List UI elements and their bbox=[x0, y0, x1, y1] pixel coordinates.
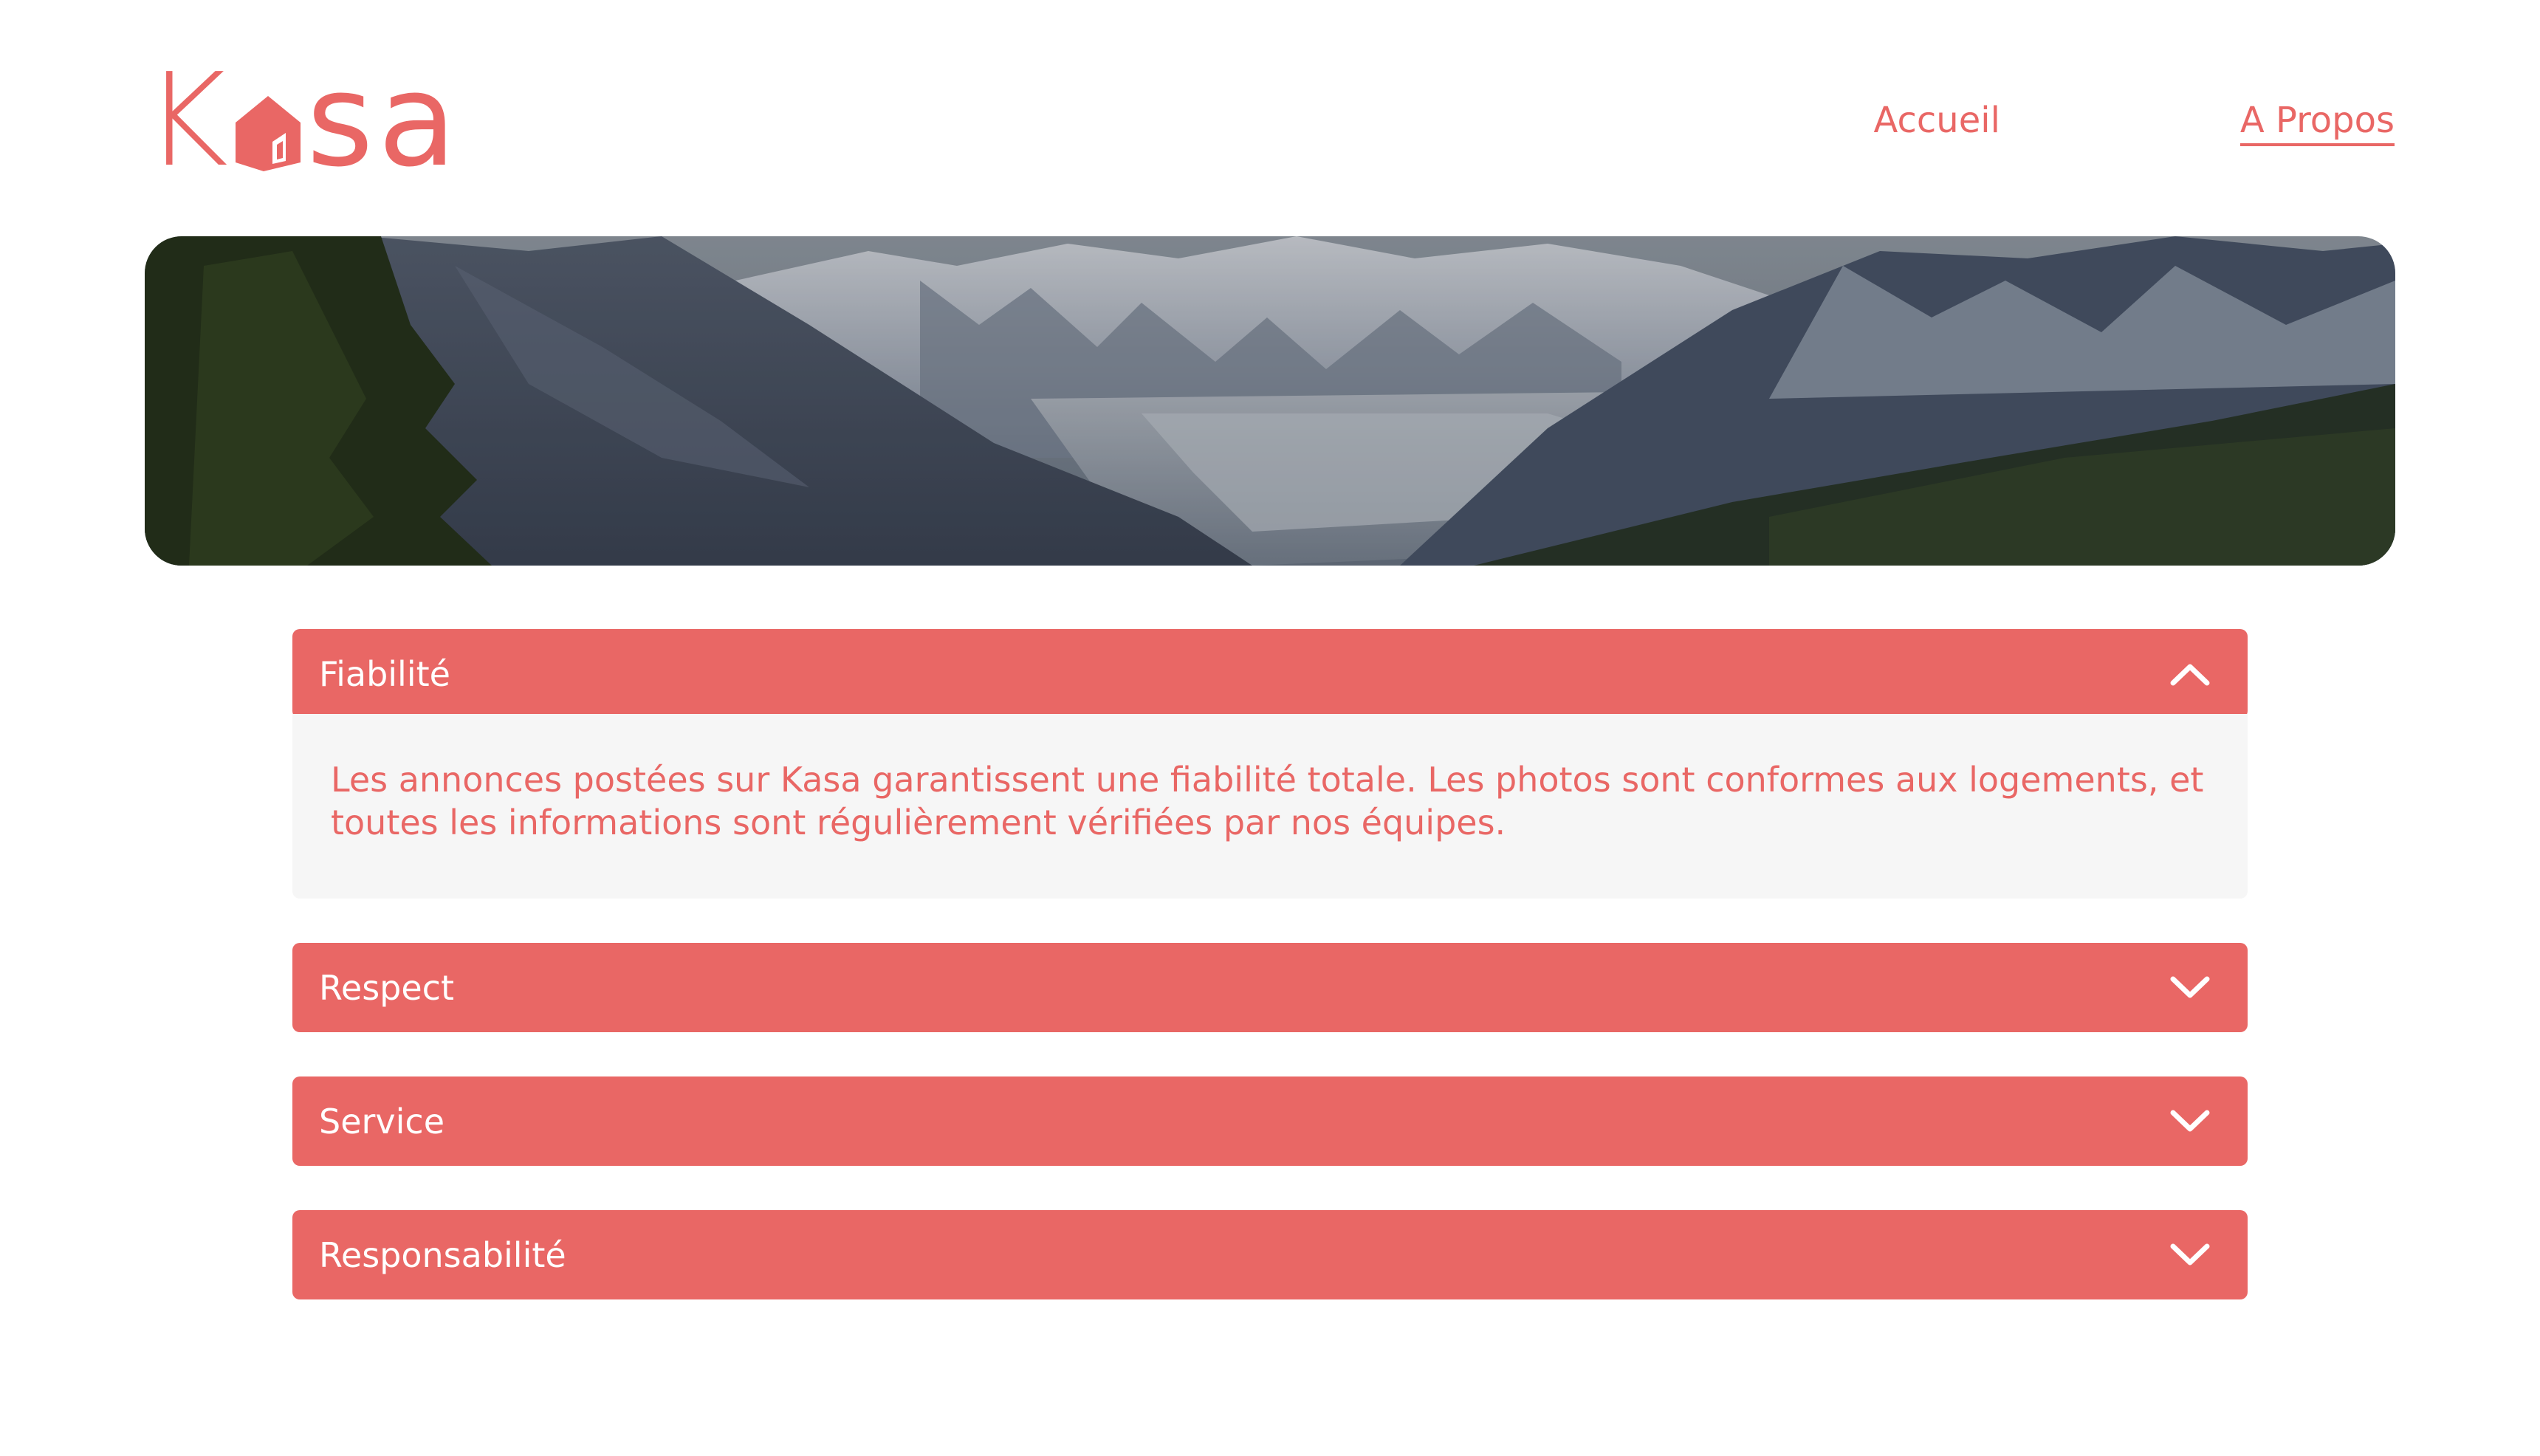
collapse-header-respect[interactable]: Respect bbox=[292, 943, 2248, 1032]
collapse-header-fiabilite[interactable]: Fiabilité bbox=[292, 629, 2248, 718]
collapse-fiabilite: Fiabilité Les annonces postées sur Kasa … bbox=[292, 629, 2248, 899]
collapse-title: Responsabilité bbox=[319, 1234, 566, 1275]
collapse-content-fiabilite: Les annonces postées sur Kasa garantisse… bbox=[292, 714, 2248, 899]
values-accordion: Fiabilité Les annonces postées sur Kasa … bbox=[292, 629, 2248, 1344]
kasa-logo[interactable]: K sa bbox=[144, 46, 461, 196]
chevron-down-icon[interactable] bbox=[2169, 1242, 2211, 1268]
logo-letters-sa: sa bbox=[306, 46, 461, 196]
collapse-title: Fiabilité bbox=[319, 653, 450, 694]
main-nav: Accueil A Propos bbox=[1874, 99, 2395, 146]
nav-link-accueil[interactable]: Accueil bbox=[1874, 99, 2000, 146]
collapse-service: Service bbox=[292, 1076, 2248, 1166]
collapse-responsabilite: Responsabilité bbox=[292, 1210, 2248, 1299]
about-banner bbox=[145, 236, 2395, 566]
collapse-header-service[interactable]: Service bbox=[292, 1076, 2248, 1166]
about-page: K sa Accueil A Propos Fiabilité Les anno… bbox=[0, 0, 2540, 1456]
logo-letter-k: K bbox=[144, 46, 230, 196]
collapse-title: Respect bbox=[319, 967, 454, 1008]
collapse-respect: Respect bbox=[292, 943, 2248, 1032]
collapse-title: Service bbox=[319, 1101, 445, 1141]
house-icon bbox=[236, 96, 301, 171]
collapse-text: Les annonces postées sur Kasa garantisse… bbox=[331, 760, 2204, 842]
collapse-header-responsabilite[interactable]: Responsabilité bbox=[292, 1210, 2248, 1299]
chevron-up-icon[interactable] bbox=[2169, 661, 2211, 687]
mountain-landscape-image bbox=[145, 236, 2395, 566]
chevron-down-icon[interactable] bbox=[2169, 1108, 2211, 1135]
chevron-down-icon[interactable] bbox=[2169, 975, 2211, 1001]
nav-link-a-propos[interactable]: A Propos bbox=[2239, 99, 2395, 146]
